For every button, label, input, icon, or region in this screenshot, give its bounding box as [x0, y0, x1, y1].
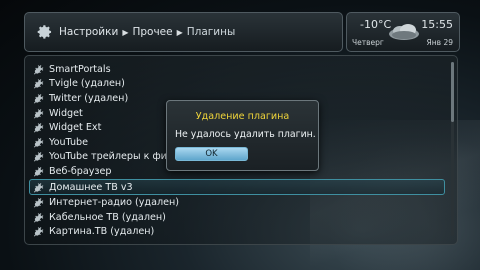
breadcrumb-item-settings[interactable]: Настройки — [59, 26, 118, 38]
breadcrumb-bar: Настройки ▶ Прочее ▶ Плагины — [24, 12, 343, 52]
plug-icon — [33, 166, 44, 177]
ok-button[interactable]: OK — [175, 147, 248, 161]
breadcrumb-item-other[interactable]: Прочее — [132, 26, 172, 38]
plug-icon — [33, 122, 44, 133]
plugin-label: SmartPortals — [49, 63, 111, 75]
plug-icon — [33, 93, 44, 104]
plugin-label: Tvigle (удален) — [49, 78, 125, 90]
weather-clock-widget: -10°C 15:55 Четверг Янв 29 — [346, 12, 460, 52]
weekday: Четверг — [352, 38, 384, 47]
plugin-list-item[interactable]: Кабельное ТВ (удален) — [31, 210, 445, 225]
plugin-list-item[interactable]: Интернет-радио (удален) — [31, 195, 445, 210]
plugin-label: Интернет-радио (удален) — [49, 197, 179, 209]
date: Янв 29 — [426, 38, 453, 47]
plug-icon — [33, 197, 44, 208]
plugin-label: Widget Ext — [49, 122, 102, 134]
plug-icon — [33, 137, 44, 148]
gear-icon — [37, 25, 52, 39]
plugin-list-item[interactable]: Картина.ТВ (удален) — [31, 225, 445, 240]
breadcrumb-arrow-icon: ▶ — [176, 27, 183, 37]
breadcrumb: Настройки ▶ Прочее ▶ Плагины — [59, 26, 235, 38]
plug-icon — [33, 151, 44, 162]
clock-time: 15:55 — [421, 18, 453, 31]
plug-icon — [33, 226, 44, 237]
cloud-icon — [389, 24, 419, 40]
plugin-list-item[interactable]: Домашнее ТВ v3 — [29, 178, 445, 196]
plug-icon — [33, 78, 44, 89]
plugin-label: Widget — [49, 107, 83, 119]
plugin-label: Домашнее ТВ v3 — [49, 181, 133, 193]
plugin-label: Картина.ТВ (удален) — [49, 226, 155, 238]
plug-icon — [33, 108, 44, 119]
plugin-label: Twitter (удален) — [49, 92, 129, 104]
dialog-title: Удаление плагина — [195, 111, 290, 122]
scrollbar-thumb[interactable] — [451, 62, 454, 122]
scrollbar[interactable] — [451, 62, 454, 236]
plugin-label: Веб-браузер — [49, 165, 112, 177]
plugin-label: YouTube — [49, 136, 89, 148]
breadcrumb-item-plugins: Плагины — [186, 26, 236, 38]
plug-icon — [33, 212, 44, 223]
breadcrumb-arrow-icon: ▶ — [122, 27, 129, 37]
plugin-list-item[interactable]: SmartPortals — [31, 62, 445, 77]
plug-icon — [33, 64, 44, 75]
plugin-label: YouTube трейлеры к фил — [49, 151, 174, 163]
dialog-message: Не удалось удалить плагин. — [175, 129, 316, 140]
error-dialog: Удаление плагина Не удалось удалить плаг… — [166, 100, 319, 171]
plugin-label: Кабельное ТВ (удален) — [49, 211, 166, 223]
plug-icon — [33, 182, 44, 193]
plugin-list-item[interactable]: Tvigle (удален) — [31, 77, 445, 92]
